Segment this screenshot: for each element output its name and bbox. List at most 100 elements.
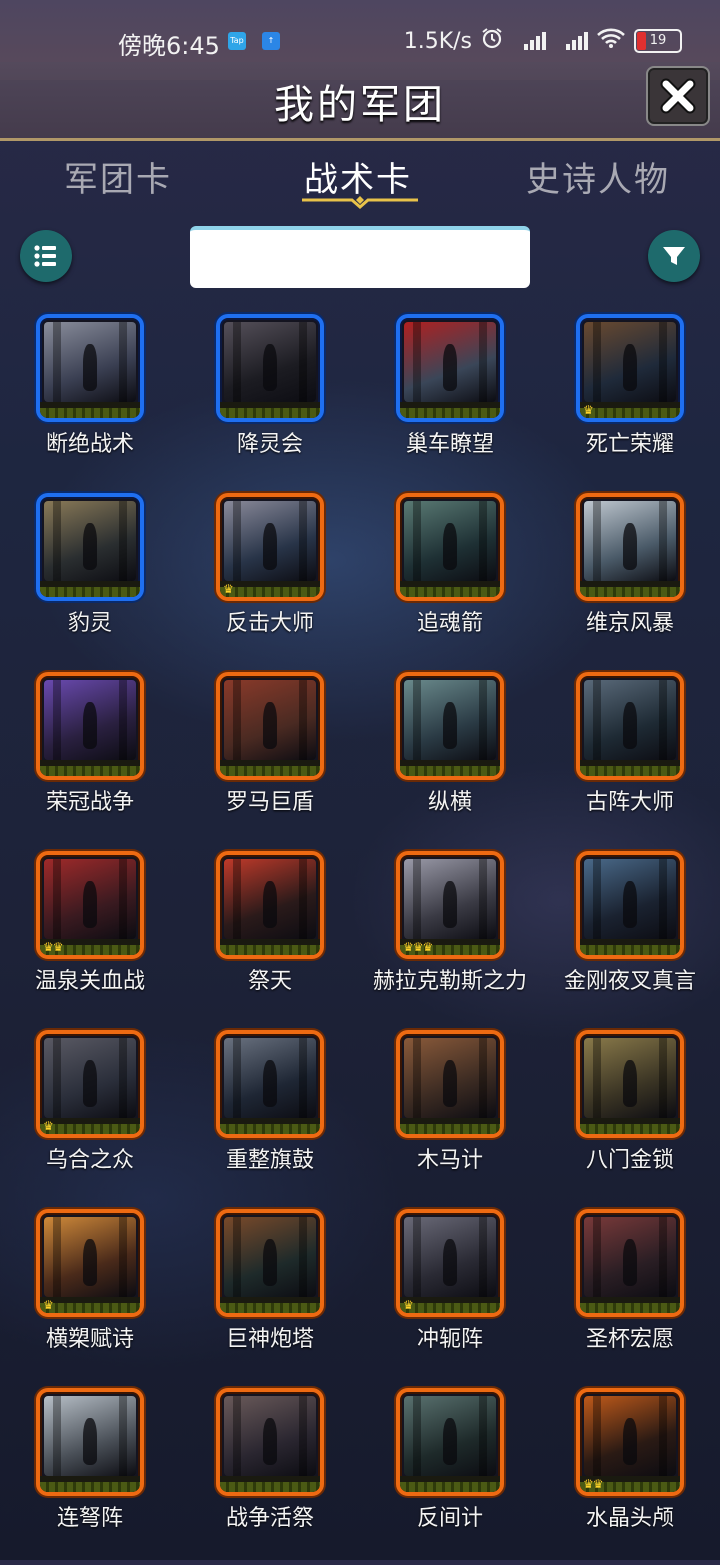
card-grass-strip: ♛♛ [40, 939, 140, 955]
card-thumbnail[interactable]: ♛♛ [576, 1388, 684, 1496]
card-thumbnail[interactable]: ♛ [576, 314, 684, 422]
list-view-button[interactable] [20, 230, 72, 282]
tactic-card[interactable]: 断绝战术 [0, 312, 180, 491]
crown-rank-icon: ♛ [223, 582, 234, 596]
card-thumbnail[interactable] [36, 672, 144, 780]
card-artwork [44, 322, 136, 402]
tactic-card[interactable]: ♛ 死亡荣耀 [540, 312, 720, 491]
card-name: 反击大师 [225, 611, 314, 636]
tab-legion-cards[interactable]: 军团卡 [18, 152, 218, 201]
tactic-card[interactable]: 维京风暴 [540, 491, 720, 670]
search-input[interactable] [190, 226, 530, 288]
card-thumbnail[interactable] [36, 314, 144, 422]
card-thumbnail[interactable] [396, 1388, 504, 1496]
card-grass-strip [580, 1118, 680, 1134]
card-thumbnail[interactable]: ♛ [36, 1209, 144, 1317]
upload-notification-icon: ↑ [262, 32, 280, 50]
tactic-card[interactable]: 罗马巨盾 [180, 670, 360, 849]
tab-tactic-cards[interactable]: 战术卡 [258, 152, 458, 201]
card-grass-strip: ♛♛ [580, 1476, 680, 1492]
card-thumbnail[interactable]: ♛ [216, 493, 324, 601]
card-grass-strip: ♛ [580, 402, 680, 418]
crown-rank-icon: ♛♛ [583, 1477, 603, 1491]
card-name: 圣杯宏愿 [585, 1327, 674, 1352]
tactic-card[interactable]: 巨神炮塔 [180, 1207, 360, 1386]
card-grass-strip [400, 760, 500, 776]
card-thumbnail[interactable] [216, 672, 324, 780]
tactic-card[interactable]: ♛ 反击大师 [180, 491, 360, 670]
card-thumbnail[interactable] [36, 1388, 144, 1496]
tactic-card[interactable]: 圣杯宏愿 [540, 1207, 720, 1386]
card-artwork [44, 501, 136, 581]
tactic-card[interactable]: ♛♛ 温泉关血战 [0, 849, 180, 1028]
tactic-card[interactable]: 豹灵 [0, 491, 180, 670]
tactic-card[interactable]: 连弩阵 [0, 1386, 180, 1565]
card-grass-strip [400, 1476, 500, 1492]
filter-icon [663, 247, 685, 265]
close-button[interactable] [646, 66, 710, 126]
card-thumbnail[interactable]: ♛ [36, 1030, 144, 1138]
tactic-card[interactable]: 巢车瞭望 [360, 312, 540, 491]
card-thumbnail[interactable]: ♛♛ [36, 851, 144, 959]
card-artwork [224, 1396, 316, 1476]
card-grass-strip [220, 939, 320, 955]
battery-icon: 19 [634, 29, 682, 53]
card-thumbnail[interactable] [396, 672, 504, 780]
tactic-card[interactable]: 荣冠战争 [0, 670, 180, 849]
tactic-card[interactable]: ♛♛♛ 赫拉克勒斯之力 [360, 849, 540, 1028]
tactic-card[interactable]: 木马计 [360, 1028, 540, 1207]
card-thumbnail[interactable] [576, 493, 684, 601]
tactic-card[interactable]: ♛ 横槊赋诗 [0, 1207, 180, 1386]
tactic-card[interactable]: 祭天 [180, 849, 360, 1028]
card-grass-strip [220, 402, 320, 418]
tactic-card[interactable]: 重整旗鼓 [180, 1028, 360, 1207]
card-thumbnail[interactable] [396, 493, 504, 601]
tactic-card[interactable]: ♛♛ 水晶头颅 [540, 1386, 720, 1565]
tactic-card[interactable]: ♛ 乌合之众 [0, 1028, 180, 1207]
tab-epic-characters[interactable]: 史诗人物 [498, 152, 698, 201]
tactic-card[interactable]: 反间计 [360, 1386, 540, 1565]
tactic-card[interactable]: 纵横 [360, 670, 540, 849]
card-grass-strip [40, 402, 140, 418]
card-thumbnail[interactable] [576, 1209, 684, 1317]
card-artwork [224, 1217, 316, 1297]
card-grass-strip: ♛ [220, 581, 320, 597]
card-thumbnail[interactable] [216, 1030, 324, 1138]
card-thumbnail[interactable] [576, 1030, 684, 1138]
crown-rank-icon: ♛♛♛ [403, 940, 433, 954]
card-thumbnail[interactable]: ♛♛♛ [396, 851, 504, 959]
network-speed: 1.5K/s [403, 28, 472, 54]
card-name: 横槊赋诗 [45, 1327, 134, 1352]
card-grass-strip [40, 581, 140, 597]
card-grass-strip [400, 581, 500, 597]
card-name: 赫拉克勒斯之力 [372, 969, 527, 994]
tactic-card[interactable]: 追魂箭 [360, 491, 540, 670]
card-grass-strip [580, 939, 680, 955]
card-name: 荣冠战争 [45, 790, 134, 815]
card-thumbnail[interactable] [576, 672, 684, 780]
tactic-card[interactable]: ♛ 冲轭阵 [360, 1207, 540, 1386]
card-thumbnail[interactable] [36, 493, 144, 601]
card-thumbnail[interactable]: ♛ [396, 1209, 504, 1317]
tactic-card[interactable]: 降灵会 [180, 312, 360, 491]
tactic-card[interactable]: 战争活祭 [180, 1386, 360, 1565]
card-name: 豹灵 [67, 611, 112, 636]
card-thumbnail[interactable] [396, 314, 504, 422]
tactic-card[interactable]: 金刚夜叉真言 [540, 849, 720, 1028]
card-artwork [224, 1038, 316, 1118]
card-artwork [584, 859, 676, 939]
card-name: 断绝战术 [45, 432, 134, 457]
card-thumbnail[interactable] [216, 314, 324, 422]
card-thumbnail[interactable] [396, 1030, 504, 1138]
tactic-card[interactable]: 八门金锁 [540, 1028, 720, 1207]
card-name: 冲轭阵 [416, 1327, 483, 1352]
card-thumbnail[interactable] [216, 851, 324, 959]
crown-rank-icon: ♛ [43, 1298, 54, 1312]
tactic-card[interactable]: 古阵大师 [540, 670, 720, 849]
card-thumbnail[interactable] [216, 1388, 324, 1496]
card-grass-strip [40, 760, 140, 776]
card-grass-strip [400, 1118, 500, 1134]
card-thumbnail[interactable] [216, 1209, 324, 1317]
filter-button[interactable] [648, 230, 700, 282]
card-thumbnail[interactable] [576, 851, 684, 959]
